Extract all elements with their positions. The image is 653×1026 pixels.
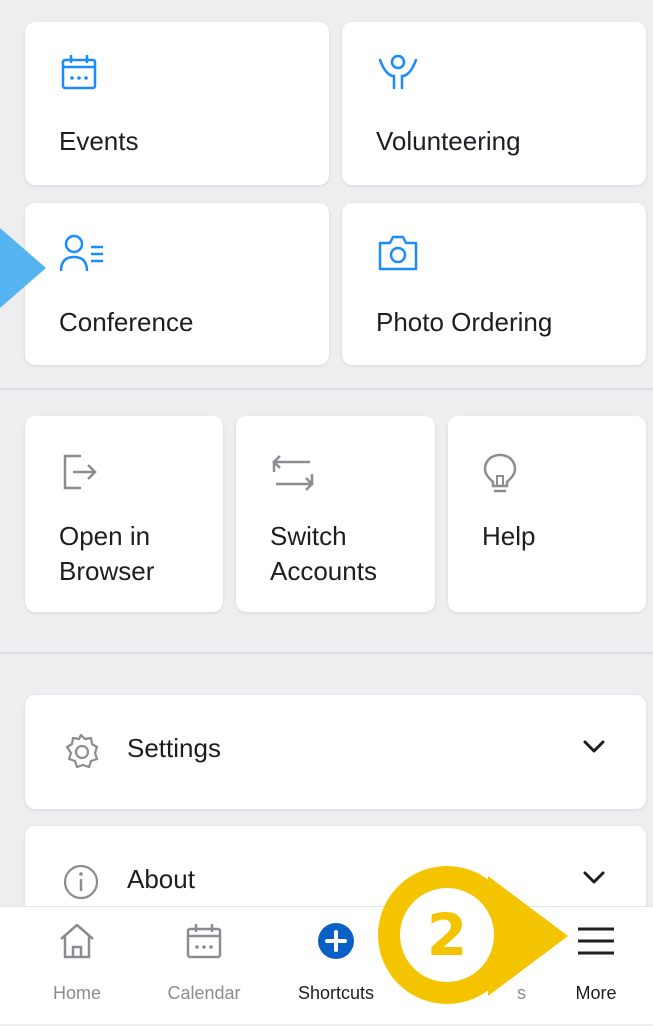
step-number: 2	[400, 888, 494, 982]
switch-accounts-icon	[270, 452, 316, 499]
section-divider-2	[0, 652, 653, 654]
settings-accordion[interactable]: Settings	[25, 695, 646, 809]
camera-icon	[376, 233, 420, 278]
info-icon	[61, 862, 101, 907]
tab-calendar-label: Calendar	[167, 983, 241, 1003]
gear-icon	[61, 731, 101, 776]
tab-home-label: Home	[52, 983, 101, 1003]
conference-icon	[59, 233, 105, 280]
chevron-down-icon[interactable]	[582, 739, 606, 760]
open-in-browser-label-line1: Open in	[59, 521, 151, 551]
volunteering-tile[interactable]: Volunteering	[342, 22, 646, 185]
tab-calendar[interactable]: Calendar	[149, 907, 259, 1024]
calendar-icon	[59, 52, 99, 97]
tab-home[interactable]: Home	[22, 907, 132, 1024]
section-divider	[0, 388, 653, 390]
home-icon	[57, 921, 97, 966]
events-label: Events	[59, 126, 139, 156]
open-in-browser-icon	[59, 452, 99, 497]
plus-circle-icon	[316, 921, 356, 966]
help-label: Help	[482, 521, 536, 551]
step-badge: 2	[370, 856, 600, 1026]
calendar-icon	[184, 921, 224, 966]
conference-tile[interactable]: Conference	[25, 203, 329, 365]
switch-accounts-label-line2: Accounts	[270, 556, 377, 586]
settings-label: Settings	[127, 733, 221, 763]
photo-ordering-tile[interactable]: Photo Ordering	[342, 203, 646, 365]
switch-accounts-tile[interactable]: Switch Accounts	[236, 416, 435, 612]
lightbulb-icon	[482, 452, 518, 499]
about-label: About	[127, 864, 195, 894]
help-tile[interactable]: Help	[448, 416, 646, 612]
pointer-arrow-icon	[0, 228, 46, 308]
badge-circle: 2	[378, 866, 516, 1004]
open-in-browser-tile[interactable]: Open in Browser	[25, 416, 223, 612]
photo-ordering-label: Photo Ordering	[376, 307, 553, 337]
switch-accounts-label-line1: Switch	[270, 521, 347, 551]
open-in-browser-label-line2: Browser	[59, 556, 155, 586]
conference-label: Conference	[59, 307, 194, 337]
volunteer-icon	[376, 52, 420, 97]
volunteering-label: Volunteering	[376, 126, 521, 156]
events-tile[interactable]: Events	[25, 22, 329, 185]
